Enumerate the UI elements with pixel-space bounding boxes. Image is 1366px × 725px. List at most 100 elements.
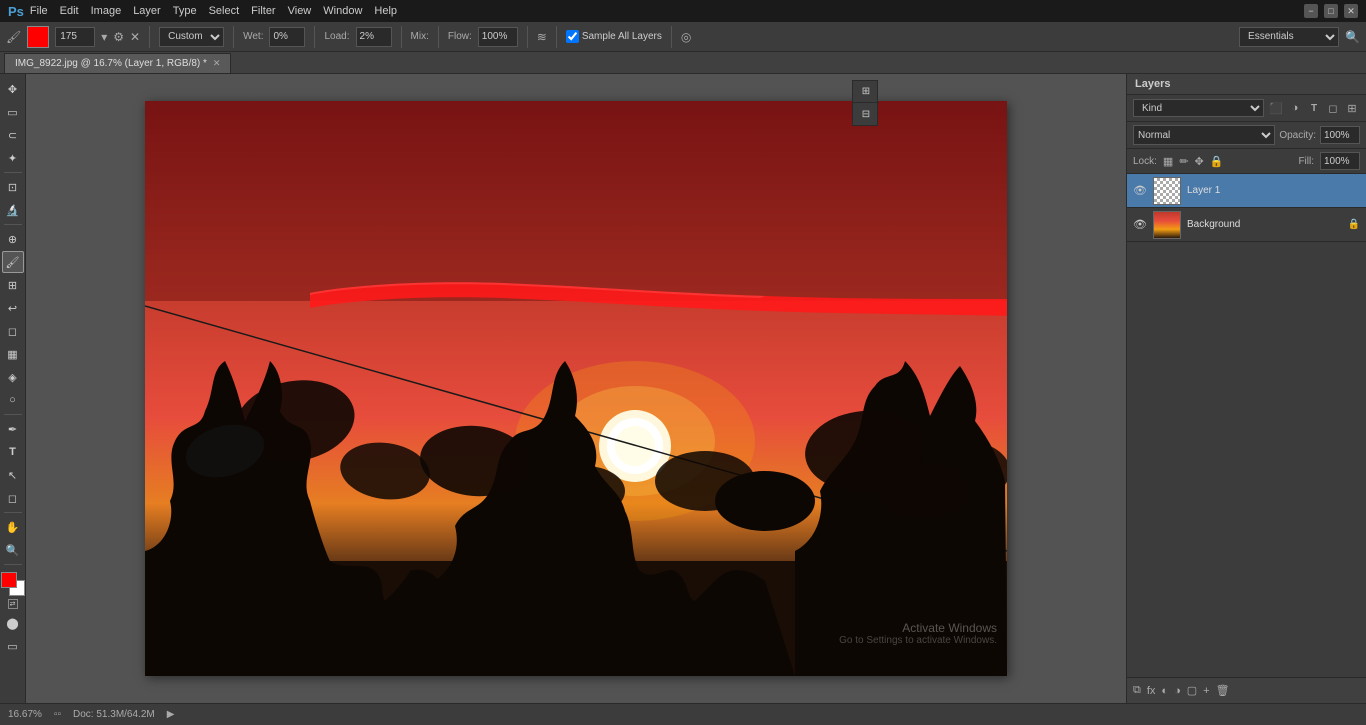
menu-type[interactable]: Type [173,5,197,17]
eyedropper-tool[interactable]: 🔬 [2,199,24,221]
brush-picker-icon[interactable]: ▾ [101,30,107,44]
layer-group-icon[interactable]: ▢ [1187,684,1197,697]
document-canvas[interactable] [145,101,1007,676]
lock-all-icon[interactable]: 🔒 [1210,155,1224,168]
layers-panel-header: Layers [1127,74,1366,95]
layer-adjustment-icon[interactable]: ◑ [1174,685,1181,697]
pixel-filter-icon[interactable]: ⬛ [1268,102,1284,115]
menu-filter[interactable]: Filter [251,5,275,17]
heal-tool[interactable]: ⊕ [2,228,24,250]
lasso-tool[interactable]: ⊂ [2,124,24,146]
layer-link-icon[interactable]: ⧉ [1133,684,1141,697]
mini-panel-expand[interactable]: ⊞ [853,81,879,103]
layer1-visibility-icon[interactable]: 👁 [1133,184,1147,197]
workspace-search-icon[interactable]: 🔍 [1345,30,1360,44]
type-tool[interactable]: T [2,441,24,463]
tool-sep-3 [4,414,22,415]
tab-close-button[interactable]: ✕ [213,58,221,69]
flow-input[interactable] [478,27,518,47]
select-rect-tool[interactable]: ▭ [2,101,24,123]
brush-mode-select[interactable]: Custom [159,27,224,47]
crop-tool[interactable]: ⊡ [2,176,24,198]
maximize-button[interactable]: □ [1324,4,1338,18]
gradient-tool[interactable]: ▦ [2,343,24,365]
quick-mask-tool[interactable]: ⬤ [2,612,24,634]
magic-wand-tool[interactable]: ✦ [2,147,24,169]
opacity-input[interactable] [1320,126,1360,144]
title-bar: Ps File Edit Image Layer Type Select Fil… [0,0,1366,22]
menu-window[interactable]: Window [323,5,362,17]
fill-input[interactable] [1320,152,1360,170]
layer-kind-select[interactable]: Kind [1133,99,1264,117]
path-select-tool[interactable]: ↖ [2,464,24,486]
divider-4 [401,26,402,48]
load-input[interactable] [356,27,392,47]
close-button[interactable]: ✕ [1344,4,1358,18]
menu-image[interactable]: Image [91,5,122,17]
layer-fx-icon[interactable]: fx [1147,685,1156,697]
zoom-controls[interactable]: ▫▫ [54,709,61,720]
eraser-tool[interactable]: ◻ [2,320,24,342]
menu-select[interactable]: Select [209,5,240,17]
type-filter-icon[interactable]: T [1306,103,1322,114]
brush-tool-icon[interactable]: 🖌 [6,30,21,44]
erase-icon[interactable]: ✕ [130,30,140,44]
color-swatch-container [1,572,25,596]
workspace-select[interactable]: Essentials [1239,27,1339,47]
brush-size-input[interactable] [55,27,95,47]
layers-filter-row: Kind ⬛ ◑ T ◻ ⊞ [1127,95,1366,122]
menu-view[interactable]: View [288,5,312,17]
ps-logo: Ps [8,4,24,19]
menu-layer[interactable]: Layer [133,5,161,17]
background-visibility-icon[interactable]: 👁 [1133,218,1147,231]
swap-colors-icon[interactable]: ⇄ [8,599,18,609]
wet-input[interactable] [269,27,305,47]
layers-panel: Layers Kind ⬛ ◑ T ◻ ⊞ Normal Opacity: [1126,74,1366,703]
fill-label: Fill: [1298,156,1314,167]
layer-delete-icon[interactable]: 🗑 [1216,684,1230,697]
pen-tool[interactable]: ✒ [2,418,24,440]
brush-color-swatch[interactable] [27,26,49,48]
blend-mode-select[interactable]: Normal [1133,125,1275,145]
menu-edit[interactable]: Edit [60,5,79,17]
sample-all-layers-checkbox[interactable]: Sample All Layers [566,30,662,43]
shape-tool[interactable]: ◻ [2,487,24,509]
shape-filter-icon[interactable]: ◻ [1325,102,1341,115]
lock-pixels-icon[interactable]: ✏ [1179,155,1188,168]
layer-mask-icon[interactable]: ◐ [1161,685,1168,697]
zoom-tool[interactable]: 🔍 [2,539,24,561]
menu-file[interactable]: File [30,5,48,17]
clone-tool[interactable]: ⊞ [2,274,24,296]
adjustment-filter-icon[interactable]: ◑ [1287,102,1303,114]
status-arrow[interactable]: ▶ [167,709,175,720]
lock-transparent-icon[interactable]: ▦ [1163,155,1173,168]
brush-tool[interactable]: 🖌 [2,251,24,273]
minimize-button[interactable]: − [1304,4,1318,18]
foreground-color[interactable] [1,572,17,588]
pressure-icon[interactable]: ◎ [681,30,691,44]
canvas-area[interactable]: ⊞ ⊟ [26,74,1126,703]
menu-help[interactable]: Help [374,5,397,17]
document-tab[interactable]: IMG_8922.jpg @ 16.7% (Layer 1, RGB/8) * … [4,53,231,73]
brush-settings-icon[interactable]: ⚙ [113,30,124,44]
airbrush-icon[interactable]: ≋ [537,30,547,44]
history-brush-tool[interactable]: ↩ [2,297,24,319]
divider-8 [671,26,672,48]
screen-mode-tool[interactable]: ▭ [2,635,24,657]
divider-5 [438,26,439,48]
mini-panel-options[interactable]: ⊟ [853,103,879,125]
divider-7 [556,26,557,48]
lock-position-icon[interactable]: ✥ [1195,155,1204,168]
layer-item-background[interactable]: 👁 Background 🔒 [1127,208,1366,242]
smart-filter-icon[interactable]: ⊞ [1344,102,1360,115]
layer-add-icon[interactable]: + [1203,685,1209,697]
blur-tool[interactable]: ◈ [2,366,24,388]
sample-all-layers-check[interactable] [566,30,579,43]
main-area: ✥ ▭ ⊂ ✦ ⊡ 🔬 ⊕ 🖌 ⊞ ↩ ◻ ▦ ◈ ○ ✒ T ↖ ◻ ✋ 🔍 … [0,74,1366,703]
hand-tool[interactable]: ✋ [2,516,24,538]
layers-list: 👁 Layer 1 👁 Background 🔒 [1127,174,1366,677]
move-tool[interactable]: ✥ [2,78,24,100]
layer-item-layer1[interactable]: 👁 Layer 1 [1127,174,1366,208]
dodge-tool[interactable]: ○ [2,389,24,411]
canvas-wrapper[interactable]: Activate Windows Go to Settings to activ… [145,101,1007,676]
